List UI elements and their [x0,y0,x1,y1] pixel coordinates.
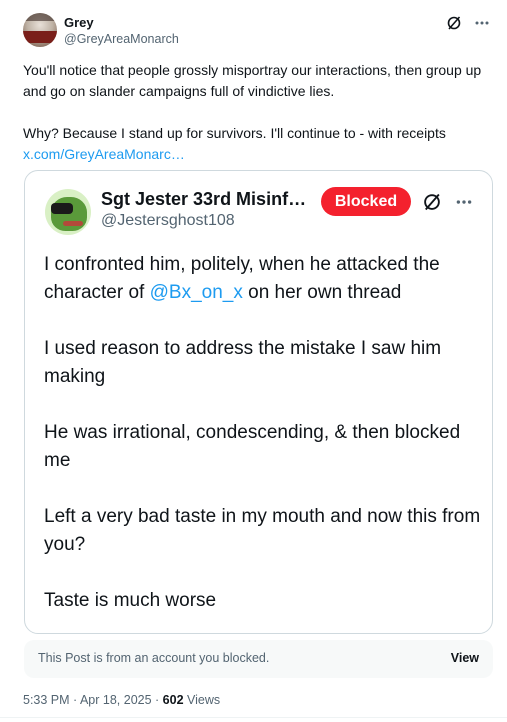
quoted-post-text: I confronted him, politely, when he atta… [44,251,484,615]
post-link[interactable]: x.com/GreyAreaMonarc… [23,146,185,162]
post-paragraph: Why? Because I stand up for survivors. I… [23,125,446,141]
more-horizontal-icon[interactable] [453,191,475,213]
grok-slash-circle-icon[interactable] [445,14,463,32]
post-metadata: 5:33 PM · Apr 18, 2025 · 602 Views [23,693,220,707]
more-horizontal-icon[interactable] [473,14,491,32]
quoted-author-handle[interactable]: @Jestersghost108 [101,212,235,230]
quoted-paragraph: He was irrational, condescending, & then… [44,422,461,471]
grok-slash-circle-icon[interactable] [421,191,443,213]
quoted-post[interactable]: Sgt Jester 33rd Misinfor… @Jestersghost1… [24,170,493,634]
blocked-account-notice: This Post is from an account you blocked… [24,640,493,678]
views-label: Views [183,693,221,707]
author-name[interactable]: Grey [64,15,94,30]
quoted-post-actions [421,191,475,213]
quoted-paragraph: I used reason to address the mistake I s… [44,338,442,387]
blocked-badge-button[interactable]: Blocked [321,187,411,216]
mention-link[interactable]: @Bx_on_x [150,282,243,303]
blocked-notice-message: This Post is from an account you blocked… [38,651,270,665]
quoted-paragraph: I confronted him, politely, when he atta… [44,254,440,303]
view-button[interactable]: View [451,651,479,665]
post-timestamp[interactable]: 5:33 PM · Apr 18, 2025 · [23,693,163,707]
author-avatar[interactable] [23,13,57,47]
post-text: You'll notice that people grossly mispor… [23,60,493,165]
author-handle[interactable]: @GreyAreaMonarch [64,32,179,46]
quoted-paragraph: Taste is much worse [44,590,217,611]
quoted-author-name[interactable]: Sgt Jester 33rd Misinfor… [101,189,313,210]
post-actions [445,14,491,32]
divider [0,717,507,718]
post-paragraph: You'll notice that people grossly mispor… [23,62,482,99]
quoted-author-avatar[interactable] [45,189,91,235]
quoted-paragraph: Left a very bad taste in my mouth and no… [44,506,481,555]
views-count: 602 [162,693,184,707]
